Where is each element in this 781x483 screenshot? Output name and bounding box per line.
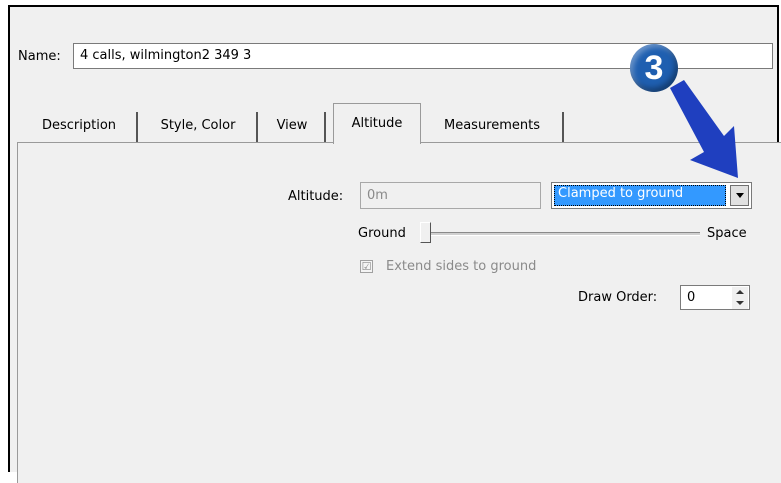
name-label: Name: (18, 49, 61, 64)
tab-style-color[interactable]: Style, Color (140, 112, 258, 142)
altitude-slider-track[interactable] (420, 232, 700, 236)
draw-order-label: Draw Order: (578, 290, 658, 305)
ground-label: Ground (358, 226, 406, 241)
altitude-input[interactable]: 0m (360, 182, 541, 209)
tab-description[interactable]: Description (22, 112, 138, 142)
altitude-mode-select[interactable]: Clamped to ground (551, 182, 752, 209)
spin-down-icon[interactable] (732, 298, 748, 309)
tab-view[interactable]: View (260, 112, 326, 142)
tab-altitude[interactable]: Altitude (333, 103, 421, 144)
altitude-slider-thumb[interactable] (420, 222, 431, 243)
altitude-mode-value: Clamped to ground (554, 185, 726, 206)
draw-order-value: 0 (687, 290, 696, 305)
draw-order-stepper[interactable]: 0 (680, 285, 750, 310)
altitude-label: Altitude: (288, 189, 344, 204)
tab-measurements[interactable]: Measurements (422, 112, 564, 142)
arrow-icon (670, 80, 738, 178)
chevron-down-icon[interactable] (730, 185, 749, 206)
extend-sides-label: Extend sides to ground (386, 259, 537, 274)
extend-sides-checkbox[interactable]: ☑ (360, 260, 373, 273)
space-label: Space (707, 226, 747, 241)
